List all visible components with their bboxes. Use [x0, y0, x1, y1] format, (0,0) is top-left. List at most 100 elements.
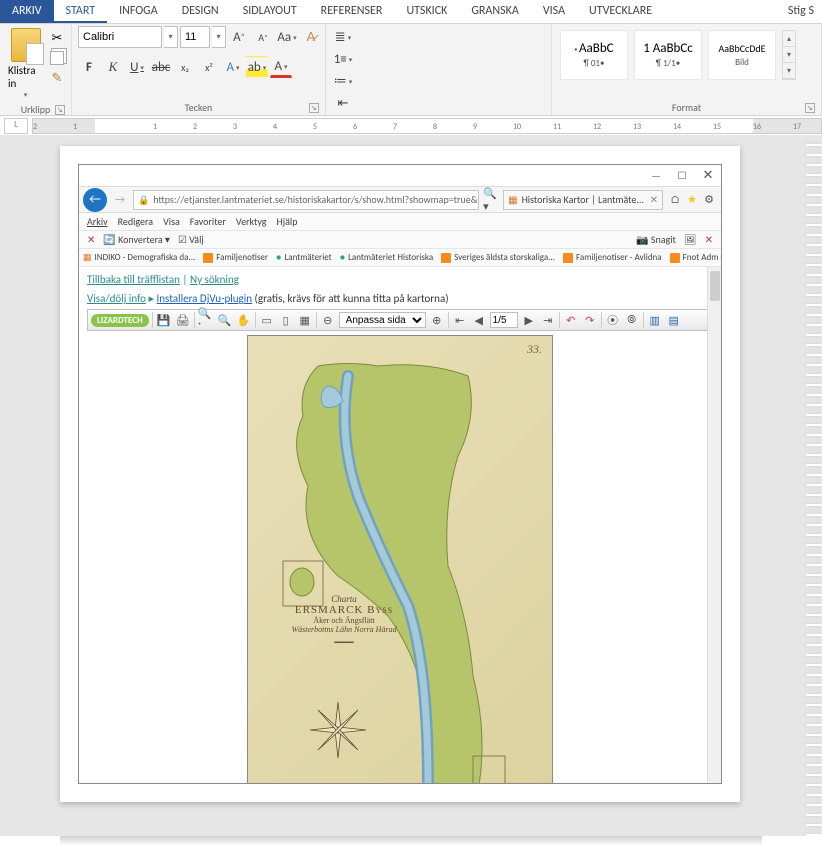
content-scrollbar[interactable] [707, 267, 721, 783]
zoom-fit-select[interactable]: Anpassa sida [339, 312, 426, 328]
tab-review[interactable]: GRANSKA [459, 0, 530, 23]
cut-icon[interactable] [49, 30, 65, 46]
tab-insert[interactable]: INFOGA [107, 0, 170, 23]
paste-button[interactable]: Klistra in ▾ [6, 26, 45, 101]
first-page-icon[interactable]: ⇤ [452, 312, 468, 328]
page-number-input[interactable] [490, 312, 518, 328]
fav-lantmateriet[interactable]: ●Lantmäteriet [276, 252, 332, 263]
italic-button[interactable]: K [102, 56, 124, 78]
fav-lantmateriet-hist[interactable]: ●Lantmäteriet Historiska [340, 252, 433, 263]
link-back-results[interactable]: Tillbaka till träfflistan [87, 273, 180, 286]
font-color-icon[interactable]: A [270, 56, 292, 78]
link-show-info[interactable]: Visa/dölj info [87, 292, 146, 305]
window-minimize-button[interactable]: — [643, 167, 669, 185]
prev-page-icon[interactable]: ◀ [471, 312, 487, 328]
toolbar-close-icon[interactable]: ✕ [87, 233, 95, 246]
fav-familjenotiser[interactable]: Familjenotiser [203, 252, 268, 263]
search-dropdown[interactable]: 🔍▾ [483, 192, 499, 208]
change-case-icon[interactable]: Aa [276, 26, 298, 48]
format-painter-icon[interactable] [49, 70, 65, 86]
fav-avlidna[interactable]: Familjenotiser - Avlidna [563, 252, 662, 263]
next-page-icon[interactable]: ▶ [521, 312, 537, 328]
convert-button[interactable]: 🔄 Konvertera ▾ [103, 233, 170, 246]
snagit-extra-icon[interactable]: 🖼 [684, 233, 697, 246]
print-icon[interactable]: 🖨 [175, 312, 191, 328]
layout1-icon[interactable]: ▥ [647, 312, 663, 328]
tab-references[interactable]: REFERENSER [309, 0, 395, 23]
hand-tool-icon[interactable]: ✋ [236, 312, 252, 328]
zoom-in-icon[interactable]: ⊕ [429, 312, 445, 328]
select-tool-icon[interactable]: 🔍 [217, 312, 233, 328]
styles-more[interactable]: ▴▾▾ [782, 30, 796, 80]
font-name-select[interactable] [78, 26, 162, 48]
snagit-close-icon[interactable]: ✕ [705, 233, 713, 246]
tools-gear-icon[interactable]: ⚙ [701, 192, 717, 208]
favorites-star-icon[interactable]: ★ [687, 193, 697, 206]
bold-button[interactable]: F [78, 56, 100, 78]
rotate-left-icon[interactable]: ↶ [563, 312, 579, 328]
layout2-icon[interactable]: ▤ [666, 312, 682, 328]
tab-design[interactable]: DESIGN [170, 0, 231, 23]
snagit-button[interactable]: 📷 Snagit [636, 233, 676, 246]
style-item-1[interactable]: AaBbC ¶ 01• [560, 30, 628, 80]
menu-hjalp[interactable]: Hjälp [277, 215, 298, 228]
single-page-icon[interactable]: ▭ [259, 312, 275, 328]
underline-button[interactable]: U [126, 56, 148, 78]
zoom-out-icon[interactable]: ⊖ [320, 312, 336, 328]
account-user[interactable]: Stig S [780, 0, 822, 23]
browser-tab[interactable]: ▦ Historiska Kartor | Lantmäte... ✕ [503, 190, 663, 210]
numbering-icon[interactable]: 1≡ [332, 48, 354, 70]
strike-button[interactable]: abc [150, 56, 172, 78]
address-bar[interactable]: https://etjanster.lantmateriet.se/histor… [133, 190, 479, 210]
fav-fnot-adm[interactable]: Fnot Adm Kto [670, 252, 721, 263]
tab-view[interactable]: VISA [531, 0, 577, 23]
font-name-dropdown[interactable]: ▾ [164, 26, 178, 48]
thumb-icon[interactable]: ▦ [297, 312, 313, 328]
menu-redigera[interactable]: Redigera [118, 215, 153, 228]
tab-close-icon[interactable]: ✕ [650, 193, 658, 206]
window-maximize-button[interactable]: ☐ [669, 167, 695, 185]
ruler-corner[interactable]: L [4, 118, 28, 134]
outdent-icon[interactable]: ⇤ [332, 92, 354, 114]
link-install-plugin[interactable]: Installera DjVu-plugin [157, 292, 253, 305]
multilevel-icon[interactable]: ≔ [332, 70, 354, 92]
tab-home[interactable]: START [54, 0, 108, 23]
nav-next-icon[interactable]: ⦾ [624, 312, 640, 328]
style-item-3[interactable]: AaBbCcDdE Bild [708, 30, 776, 80]
fav-sveriges[interactable]: Sveriges äldsta storskaliga... [441, 252, 555, 263]
subscript-button[interactable]: x₂ [174, 56, 196, 78]
tab-layout[interactable]: SIDLAYOUT [231, 0, 309, 23]
superscript-button[interactable]: x² [198, 56, 220, 78]
grow-font-icon[interactable]: A [228, 26, 250, 48]
rotate-right-icon[interactable]: ↷ [582, 312, 598, 328]
back-button[interactable]: ← [83, 188, 107, 212]
clipboard-launcher[interactable]: ↘ [55, 105, 65, 115]
clear-format-icon[interactable]: A̷ [300, 26, 322, 48]
select-button[interactable]: ☑ Välj [178, 233, 204, 246]
tab-file[interactable]: ARKIV [0, 0, 54, 23]
font-size-select[interactable] [180, 26, 210, 48]
map-viewer[interactable]: 33. Charta ER [87, 333, 713, 783]
home-icon[interactable]: ⌂ [667, 192, 683, 208]
cont-page-icon[interactable]: ▯ [278, 312, 294, 328]
copy-icon[interactable] [49, 50, 65, 66]
font-size-dropdown[interactable]: ▾ [212, 26, 226, 48]
style-item-2[interactable]: 1 AaBbCc ¶ 1/1• [634, 30, 702, 80]
nav-prev-icon[interactable]: ⦿ [605, 312, 621, 328]
tab-mail[interactable]: UTSKICK [394, 0, 459, 23]
document-area[interactable]: — ☐ ✕ ← → https://etjanster.lantmateriet… [0, 136, 822, 836]
menu-arkiv[interactable]: Arkiv [87, 215, 108, 228]
bullets-icon[interactable] [332, 26, 354, 48]
horizontal-ruler[interactable]: 211234567891011121314151617 [32, 118, 822, 134]
window-close-button[interactable]: ✕ [695, 167, 721, 185]
menu-verktyg[interactable]: Verktyg [236, 215, 267, 228]
last-page-icon[interactable]: ⇥ [540, 312, 556, 328]
link-new-search[interactable]: Ny sökning [190, 273, 239, 286]
menu-favoriter[interactable]: Favoriter [190, 215, 226, 228]
styles-launcher[interactable]: ↘ [805, 103, 815, 113]
highlight-icon[interactable]: ab [246, 56, 268, 78]
menu-visa[interactable]: Visa [163, 215, 180, 228]
forward-button[interactable]: → [111, 191, 129, 209]
tab-developer[interactable]: UTVECKLARE [577, 0, 664, 23]
font-launcher[interactable]: ↘ [309, 103, 319, 113]
